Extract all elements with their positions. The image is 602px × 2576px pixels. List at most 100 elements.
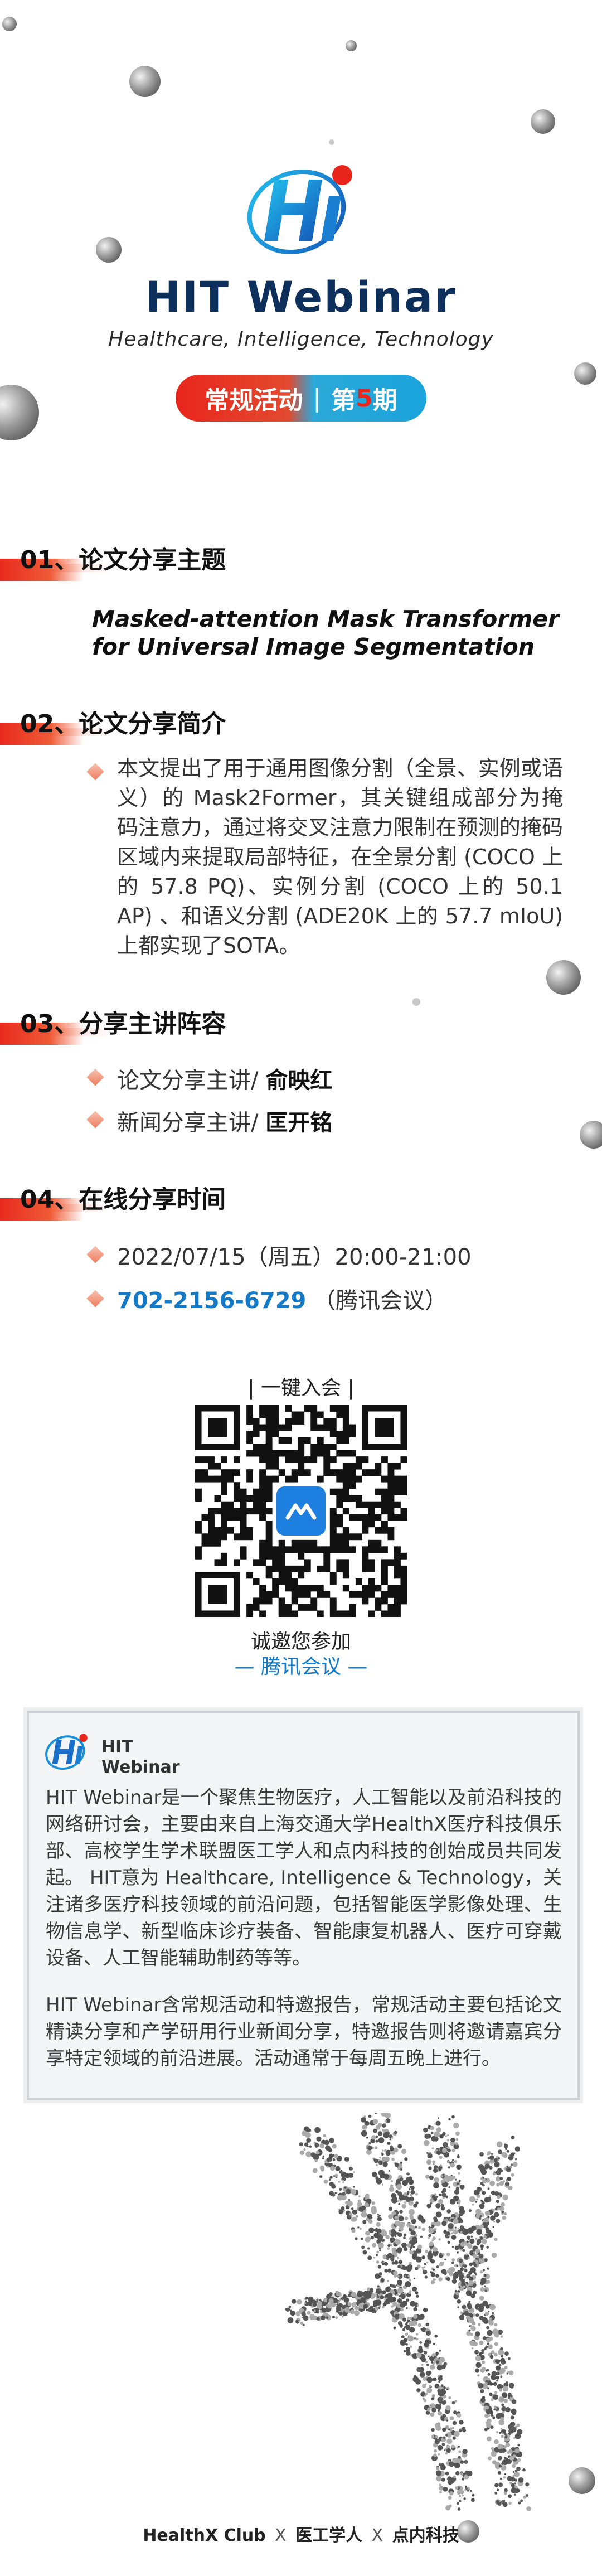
hand-dot bbox=[480, 2182, 483, 2185]
qr-module bbox=[342, 1437, 349, 1444]
hand-dot bbox=[391, 2137, 394, 2139]
hand-dot bbox=[517, 2458, 521, 2462]
hand-dot bbox=[424, 2342, 430, 2347]
qr-module bbox=[336, 1501, 343, 1508]
qr-module bbox=[342, 1585, 349, 1592]
hand-dot bbox=[508, 2357, 511, 2360]
hand-dot bbox=[448, 2186, 451, 2188]
hand-dot bbox=[350, 2215, 353, 2217]
hand-dot bbox=[440, 2204, 444, 2207]
qr-module bbox=[195, 1475, 202, 1483]
hand-dot bbox=[361, 2238, 363, 2240]
qr-module bbox=[208, 1539, 215, 1547]
hand-dot bbox=[367, 2255, 372, 2260]
about-paragraph: HIT Webinar是一个聚焦生物医疗，人工智能以及前沿科技的网络研讨会，主要… bbox=[46, 1786, 562, 1969]
bullet-diamond-icon bbox=[86, 1246, 104, 1263]
qr-module bbox=[394, 1585, 401, 1592]
hand-dot bbox=[415, 2192, 418, 2196]
hand-dot bbox=[435, 2423, 441, 2428]
hand-dot bbox=[433, 2453, 437, 2457]
hand-dot bbox=[476, 2194, 480, 2199]
hand-dot bbox=[360, 2297, 366, 2303]
hand-dot bbox=[399, 2194, 405, 2201]
qr-module bbox=[227, 1508, 234, 1515]
qr-module bbox=[381, 1495, 388, 1502]
qr-module bbox=[394, 1559, 401, 1566]
qr-module bbox=[400, 1572, 407, 1579]
hand-dot bbox=[424, 2394, 427, 2397]
hand-dot bbox=[438, 2407, 441, 2410]
hand-dot bbox=[375, 2306, 379, 2311]
meeting-platform: （腾讯会议） bbox=[313, 1288, 448, 1314]
qr-module bbox=[285, 1475, 292, 1483]
hand-dot bbox=[309, 2145, 312, 2148]
hand-dot bbox=[355, 2237, 358, 2240]
qr-module bbox=[278, 1610, 285, 1618]
qr-module bbox=[272, 1418, 279, 1425]
qr-module bbox=[298, 1450, 305, 1457]
qr-module bbox=[201, 1539, 208, 1547]
hand-dot bbox=[501, 2448, 506, 2453]
qr-module bbox=[342, 1559, 349, 1566]
hand-dot bbox=[411, 2320, 417, 2326]
hand-dot bbox=[351, 2207, 354, 2210]
meeting-id[interactable]: 702-2156-6729 bbox=[117, 1288, 306, 1314]
hand-dot bbox=[459, 2219, 463, 2223]
meeting-qr-code[interactable] bbox=[195, 1405, 407, 1618]
hand-dot bbox=[479, 2236, 483, 2240]
qr-module bbox=[375, 1501, 382, 1508]
qr-module bbox=[214, 1463, 221, 1470]
hand-dot bbox=[364, 2202, 370, 2208]
hand-dot bbox=[398, 2202, 401, 2205]
hand-dot bbox=[434, 2439, 440, 2444]
hand-dot bbox=[482, 2396, 486, 2399]
hand-dot bbox=[332, 2301, 334, 2303]
qr-module bbox=[240, 1495, 247, 1502]
hand-dot bbox=[459, 2259, 463, 2263]
hand-dot bbox=[390, 2257, 395, 2262]
qr-module bbox=[349, 1469, 356, 1476]
hand-dot bbox=[452, 2279, 457, 2284]
qr-module bbox=[259, 1514, 266, 1521]
hand-dot bbox=[391, 2305, 394, 2308]
qr-module bbox=[234, 1495, 241, 1502]
qr-module bbox=[394, 1463, 401, 1470]
hand-dot bbox=[347, 2200, 353, 2207]
hand-dot bbox=[484, 2347, 487, 2350]
hand-dot bbox=[444, 2216, 446, 2220]
hand-dot bbox=[304, 2300, 307, 2303]
hand-dot bbox=[456, 2446, 459, 2449]
hand-dot bbox=[452, 2436, 456, 2440]
hand-dot bbox=[432, 2236, 436, 2240]
qr-module bbox=[310, 1456, 318, 1464]
qr-module bbox=[259, 1610, 266, 1618]
hand-dot bbox=[377, 2216, 382, 2221]
hand-dot bbox=[411, 2236, 417, 2243]
hand-dot bbox=[512, 2162, 518, 2167]
hand-dot bbox=[489, 2155, 494, 2161]
hand-dot bbox=[467, 2235, 471, 2240]
hand-dot bbox=[395, 2190, 399, 2194]
hand-dot bbox=[487, 2387, 489, 2389]
hand-dot bbox=[441, 2442, 445, 2446]
hand-dot bbox=[514, 2482, 516, 2485]
hand-dot bbox=[365, 2293, 371, 2299]
qr-module bbox=[387, 1463, 395, 1470]
qr-module bbox=[227, 1514, 234, 1521]
hand-dot bbox=[501, 2500, 506, 2504]
qr-module bbox=[253, 1559, 260, 1566]
qr-module bbox=[195, 1488, 202, 1495]
hand-dot bbox=[451, 2232, 454, 2235]
qr-module bbox=[310, 1424, 318, 1431]
hand-dot bbox=[439, 2350, 441, 2352]
hand-dot bbox=[290, 2310, 295, 2316]
qr-module bbox=[387, 1514, 395, 1521]
qr-module bbox=[381, 1572, 388, 1579]
hand-dot bbox=[453, 2475, 456, 2478]
hand-dot bbox=[376, 2125, 381, 2130]
hand-dot bbox=[453, 2218, 459, 2225]
hand-dot bbox=[377, 2215, 380, 2217]
brand-title: HIT Webinar bbox=[145, 272, 457, 322]
hand-dot bbox=[503, 2491, 507, 2495]
hand-dot bbox=[377, 2296, 380, 2298]
